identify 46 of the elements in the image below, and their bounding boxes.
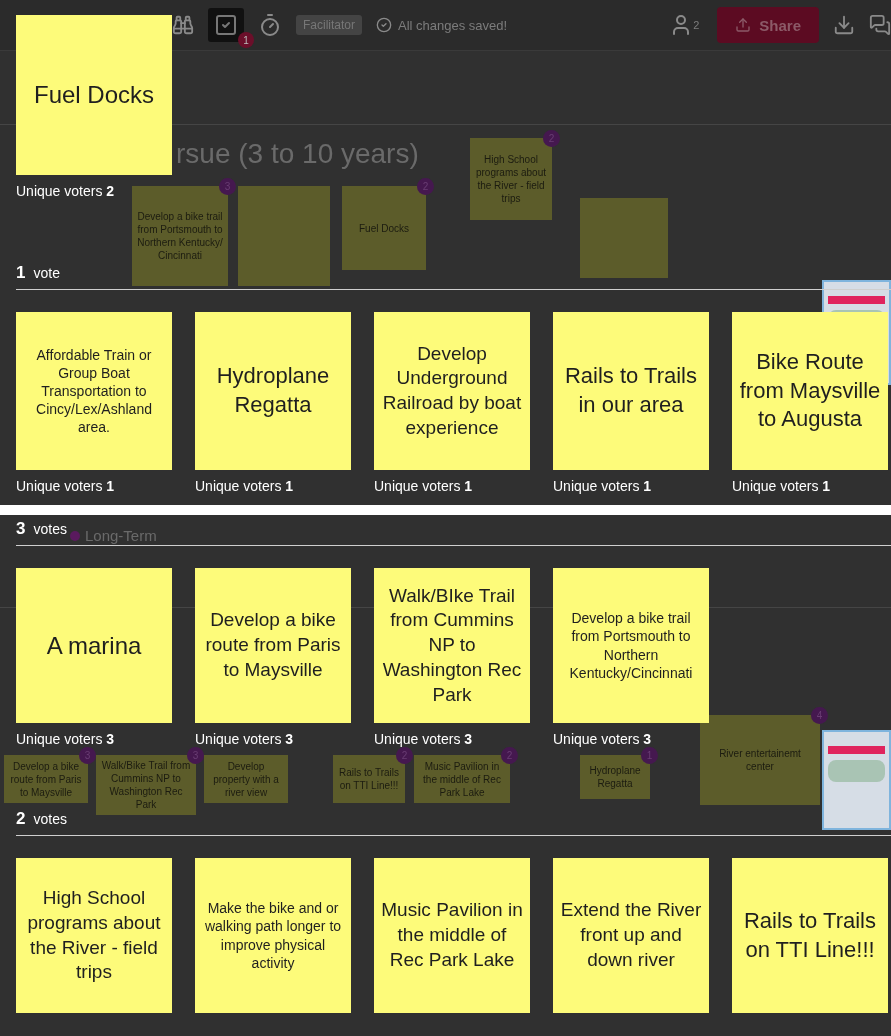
unique-voters-label: Unique voters 3 (195, 731, 295, 747)
sticky-note[interactable]: Extend the River front up and down river (553, 858, 709, 1013)
unique-voters-label: Unique voters 1 (553, 478, 653, 494)
timer-icon[interactable] (258, 13, 282, 37)
sticky-note[interactable]: Fuel Docks (16, 15, 172, 175)
unique-voters-label: Unique voters 1 (195, 478, 295, 494)
vote-count: 1 (16, 263, 26, 283)
sticky-note[interactable]: Develop Underground Railroad by boat experience (374, 312, 530, 470)
task-button[interactable] (208, 8, 244, 42)
sticky-note[interactable]: High School programs about the River - field trips (16, 858, 172, 1013)
sticky-note[interactable]: A marina (16, 568, 172, 723)
checkbox-icon (214, 13, 238, 37)
check-icon (376, 17, 392, 33)
vote-count: 2 (16, 809, 26, 829)
legend-label: Long-Term (85, 527, 157, 544)
unique-voters-label: Unique voters 2 (16, 183, 116, 199)
unique-voters-label: Unique voters 1 (16, 478, 116, 494)
sticky-note[interactable]: Rails to Trails on TTI Line!!! (732, 858, 888, 1013)
sticky-note: Develop property with a river view (204, 755, 288, 803)
sticky-note[interactable]: Make the bike and or walking path longer to improve physical activity (195, 858, 351, 1013)
chat-icon[interactable] (869, 14, 891, 36)
sticky-note[interactable]: Walk/BIke Trail from Cummins NP to Washington Rec Park (374, 568, 530, 723)
download-icon[interactable] (833, 14, 855, 36)
binoculars-icon[interactable] (172, 14, 194, 36)
sticky-note[interactable]: Hydroplane Regatta (195, 312, 351, 470)
votes-label: votes (33, 811, 67, 827)
vote-count: 3 (16, 519, 26, 539)
notification-badge: 1 (238, 32, 254, 48)
unique-voters-label: Unique voters 3 (374, 731, 474, 747)
unique-voters-label: Unique voters 3 (553, 731, 653, 747)
unique-voters-label: Unique voters 3 (16, 731, 116, 747)
sticky-note[interactable]: Rails to Trails in our area (553, 312, 709, 470)
save-status: All changes saved! (398, 17, 508, 33)
unique-voters-label: Unique voters 1 (732, 478, 832, 494)
participant-count: 2 (693, 19, 700, 31)
sticky-note[interactable]: Bike Route from Maysville to Augusta (732, 312, 888, 470)
sticky-note[interactable]: Develop a bike route from Paris to Maysville (195, 568, 351, 723)
sticky-note[interactable]: Develop a bike trail from Portsmouth to Northern Kentucky/Cincinnati (553, 568, 709, 723)
votes-label: votes (33, 521, 67, 537)
votes-label: vote (33, 265, 60, 281)
unique-voters-label: Unique voters 1 (374, 478, 474, 494)
section-heading: rsue (3 to 10 years) (176, 138, 419, 170)
sticky-note[interactable]: Affordable Train or Group Boat Transportation to Cincy/Lex/Ashland area. (16, 312, 172, 470)
legend-dot (70, 531, 80, 541)
sticky-note[interactable]: Music Pavilion in the middle of Rec Park Lake (374, 858, 530, 1013)
upload-icon (735, 17, 752, 33)
